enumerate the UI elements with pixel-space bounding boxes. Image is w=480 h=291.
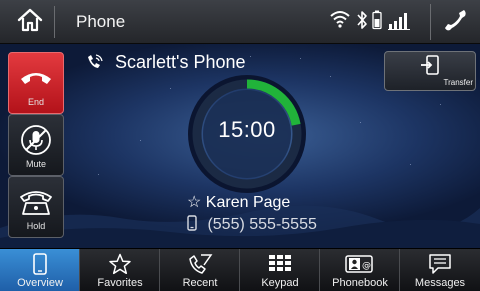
contact-number: (555) 555-5555 xyxy=(207,216,317,233)
tab-label: Keypad xyxy=(261,277,299,289)
phonebook-icon: @ xyxy=(320,252,400,276)
keypad-icon xyxy=(240,252,320,276)
bluetooth-icon xyxy=(356,10,368,35)
mobile-phone-icon xyxy=(187,215,207,233)
transfer-button[interactable]: Transfer xyxy=(384,51,476,91)
status-icons xyxy=(330,10,422,32)
hold-label: Hold xyxy=(26,221,46,231)
phone-button[interactable] xyxy=(430,4,480,40)
status-bar: Phone xyxy=(0,0,480,45)
tab-label: Overview xyxy=(17,277,63,289)
phone-screen: Phone End Mute Hold Scarlett's Phone 15:… xyxy=(0,0,480,291)
tab-phonebook[interactable]: @ Phonebook xyxy=(320,249,400,291)
call-timer: 15:00 xyxy=(187,74,307,194)
smartphone-icon xyxy=(0,252,80,276)
connected-device: Scarlett's Phone xyxy=(86,52,246,73)
message-icon xyxy=(400,252,480,276)
contact-name: Karen Page xyxy=(205,194,291,211)
mute-label: Mute xyxy=(25,159,46,169)
screen-title: Phone xyxy=(76,12,126,31)
wifi-icon xyxy=(330,10,350,33)
end-call-button[interactable]: End xyxy=(8,52,64,114)
bottom-tab-bar: Overview Favorites Recent Keypad @ Phone… xyxy=(0,248,480,291)
favorite-star-icon: ☆ xyxy=(187,194,202,211)
mute-microphone-icon xyxy=(9,123,63,157)
end-label: End xyxy=(27,97,44,107)
tab-label: Recent xyxy=(182,277,218,289)
hold-phone-icon xyxy=(9,185,63,219)
hold-button[interactable]: Hold xyxy=(8,176,64,238)
call-duration: 15:00 xyxy=(218,117,276,142)
tab-keypad[interactable]: Keypad xyxy=(240,249,320,291)
call-signal-icon xyxy=(86,52,115,72)
home-button[interactable] xyxy=(6,6,55,38)
transfer-label: Transfer xyxy=(443,78,474,87)
tab-messages[interactable]: Messages xyxy=(400,249,480,291)
tab-overview[interactable]: Overview xyxy=(0,249,80,291)
tab-favorites[interactable]: Favorites xyxy=(80,249,160,291)
svg-text:@: @ xyxy=(362,261,371,271)
phone-icon xyxy=(444,8,468,37)
mute-button[interactable]: Mute xyxy=(8,114,64,176)
contact-number-row: (555) 555-5555 xyxy=(187,215,317,234)
hang-up-icon xyxy=(9,61,63,95)
tab-label: Favorites xyxy=(97,277,143,289)
contact-name-row: ☆ Karen Page xyxy=(187,192,290,212)
tab-recent[interactable]: Recent xyxy=(160,249,240,291)
battery-icon xyxy=(372,10,382,35)
star-icon xyxy=(80,252,160,276)
recent-calls-icon xyxy=(160,252,240,276)
signal-icon xyxy=(388,12,410,35)
tab-label: Phonebook xyxy=(332,277,388,289)
device-name: Scarlett's Phone xyxy=(115,52,246,72)
home-icon xyxy=(17,8,43,37)
tab-label: Messages xyxy=(414,277,466,289)
